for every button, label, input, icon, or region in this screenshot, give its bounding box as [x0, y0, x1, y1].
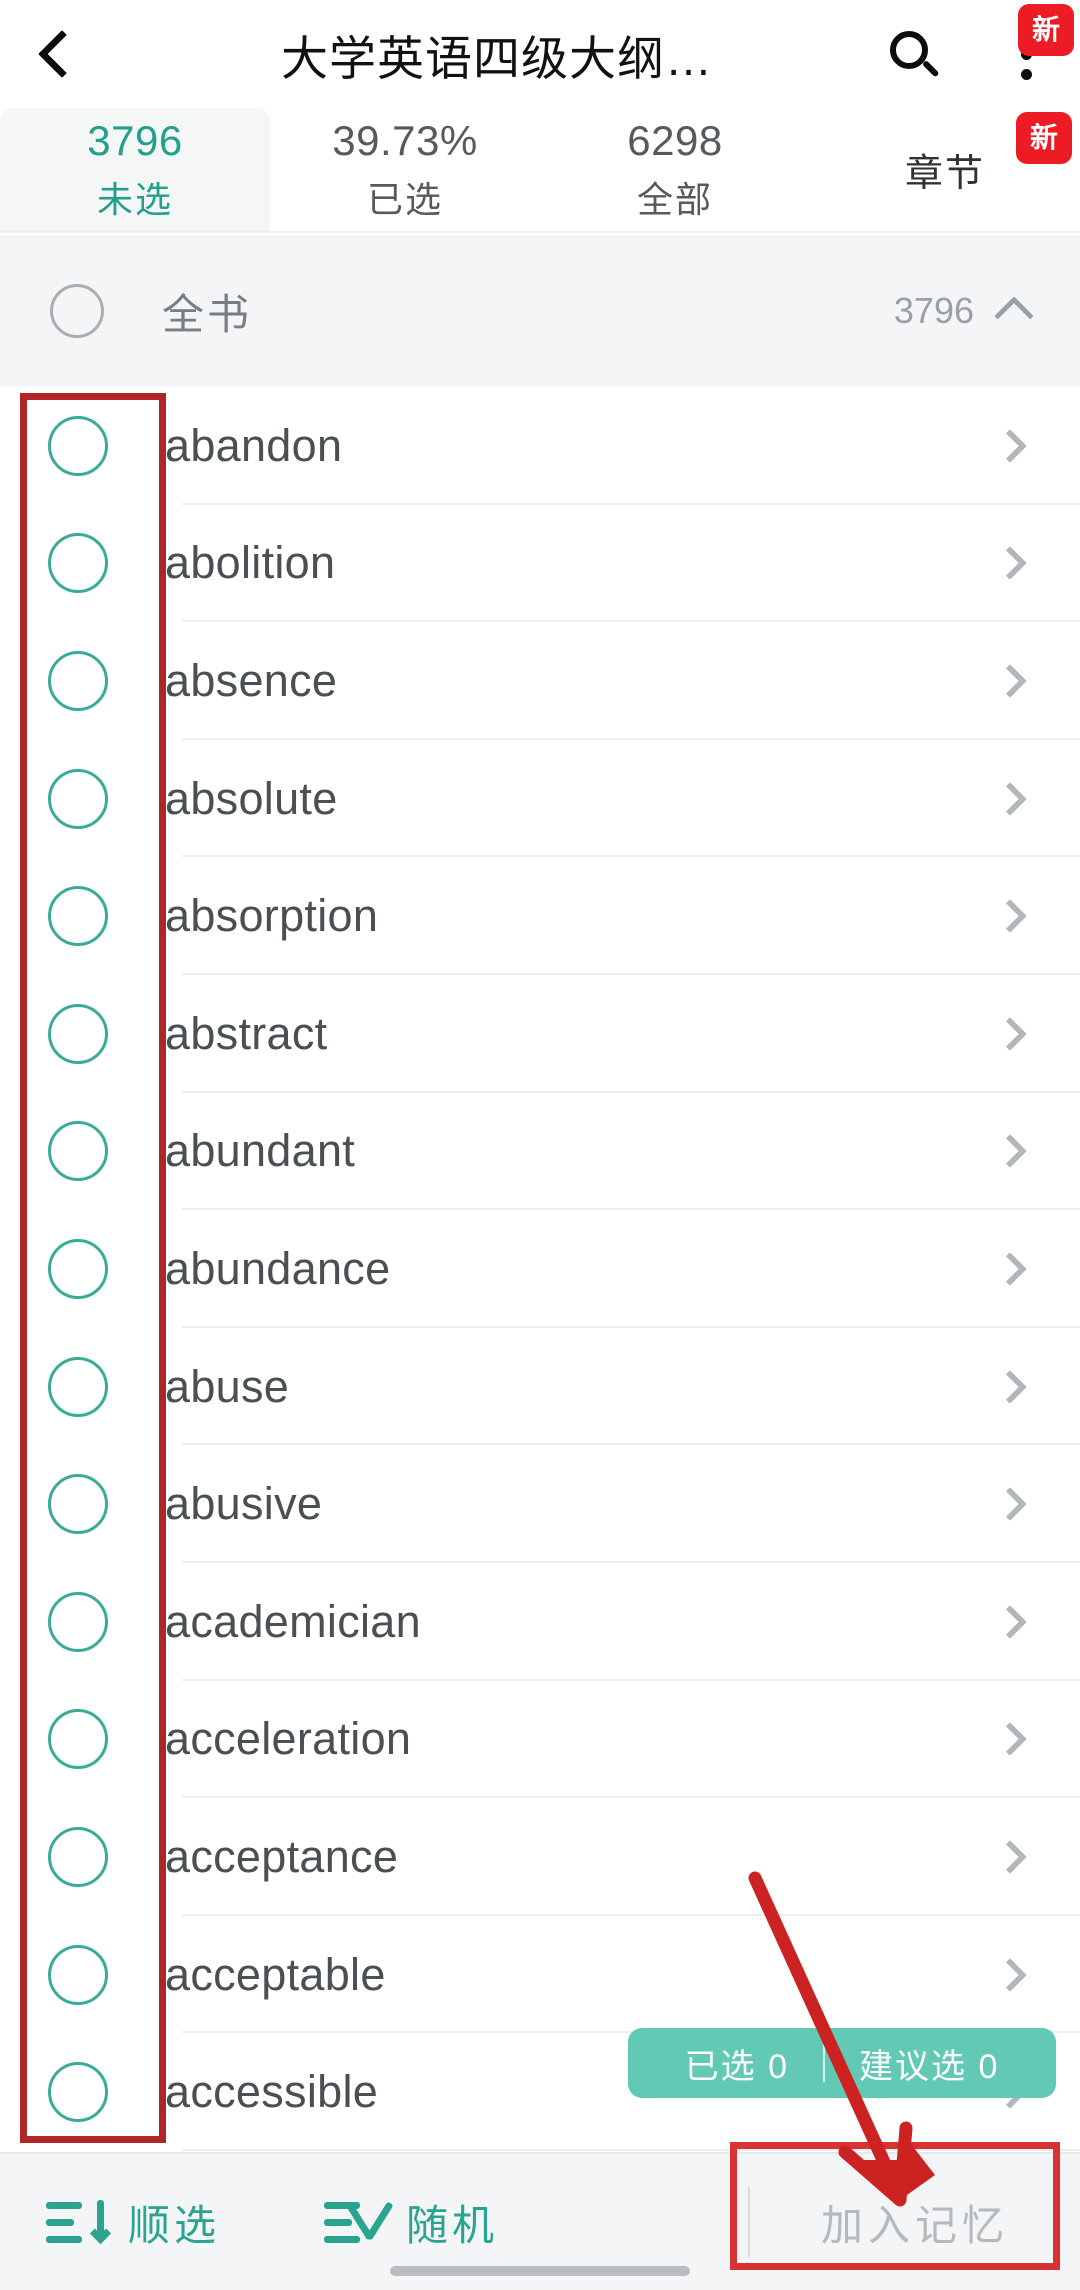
- chevron-right-icon[interactable]: [993, 546, 1027, 581]
- chevron-right-icon[interactable]: [993, 1369, 1027, 1404]
- sort-descending-icon: [46, 2198, 112, 2246]
- sequential-select-label: 顺选: [128, 2201, 221, 2249]
- word-label: abandon: [165, 419, 343, 471]
- unchecked-circle-icon[interactable]: [48, 1826, 108, 1887]
- tab-unselected-value: 3796: [87, 116, 183, 164]
- word-row[interactable]: acceptance: [0, 1798, 1080, 1916]
- word-label: abundant: [165, 1125, 356, 1177]
- stats-tab-bar: 3796 未选 39.73% 已选 6298 全部 章节: [0, 108, 1080, 233]
- word-row[interactable]: acceptable: [0, 1915, 1080, 2034]
- word-list[interactable]: abandon abolition absence absolute absorptio…: [0, 387, 1080, 2152]
- chevron-right-icon[interactable]: [993, 1604, 1027, 1639]
- tab-selected-percent[interactable]: 39.73% 已选: [270, 108, 540, 231]
- add-to-memory-label: 加入记忆: [820, 2201, 1009, 2249]
- unchecked-circle-icon[interactable]: [48, 650, 108, 711]
- word-label: acceptance: [165, 1830, 399, 1882]
- chevron-right-icon[interactable]: [993, 899, 1027, 934]
- page-title: 大学英语四级大纲…: [281, 31, 713, 85]
- word-row[interactable]: abundant: [0, 1092, 1080, 1211]
- word-label: abusive: [165, 1478, 323, 1530]
- word-label: absorption: [165, 890, 379, 942]
- word-row[interactable]: abuse: [0, 1327, 1080, 1446]
- word-label: abuse: [165, 1360, 290, 1412]
- word-label: abolition: [165, 537, 336, 589]
- app-root: 大学英语四级大纲… 新 3796 未选 39.73% 已选 6298 全部 章节: [0, 0, 1080, 2290]
- chevron-right-icon[interactable]: [993, 1957, 1027, 1992]
- search-button[interactable]: [854, 0, 972, 108]
- tab-all-label: 全部: [636, 178, 713, 220]
- unchecked-circle-icon[interactable]: [48, 1356, 108, 1417]
- unchecked-circle-icon[interactable]: [48, 415, 108, 476]
- tab-chapter-label: 章节: [904, 153, 985, 195]
- word-label: acceleration: [165, 1713, 412, 1765]
- unchecked-circle-icon[interactable]: [48, 1003, 108, 1064]
- unchecked-circle-icon[interactable]: [48, 768, 108, 829]
- home-indicator: [390, 2266, 690, 2276]
- word-row[interactable]: abusive: [0, 1445, 1080, 1563]
- random-select-label: 随机: [406, 2201, 499, 2249]
- tab-selected-label: 已选: [366, 178, 443, 220]
- unchecked-circle-icon[interactable]: [48, 1474, 108, 1535]
- chevron-right-icon[interactable]: [993, 1487, 1027, 1522]
- group-count: 3796: [893, 290, 974, 331]
- back-button[interactable]: [0, 0, 110, 108]
- word-row[interactable]: abstract: [0, 974, 1080, 1093]
- suggested-count-label: 建议选 0: [859, 2047, 1000, 2086]
- group-header-row[interactable]: 全书 3796: [0, 235, 1080, 387]
- tab-selected-value: 39.73%: [332, 116, 478, 164]
- caret-up-icon[interactable]: [994, 296, 1034, 336]
- unchecked-circle-icon[interactable]: [48, 1709, 108, 1770]
- word-row[interactable]: abandon: [0, 387, 1080, 505]
- chevron-right-icon[interactable]: [993, 1722, 1027, 1757]
- word-row[interactable]: abolition: [0, 504, 1080, 623]
- new-badge-header: 新: [1018, 4, 1074, 56]
- word-label: abstract: [165, 1007, 328, 1059]
- word-label: acceptable: [165, 1948, 386, 2000]
- word-label: abundance: [165, 1242, 391, 1294]
- chevron-right-icon[interactable]: [993, 781, 1027, 816]
- unchecked-circle-icon[interactable]: [48, 1591, 108, 1652]
- tab-all-value: 6298: [627, 116, 723, 164]
- chevron-right-icon[interactable]: [993, 1251, 1027, 1286]
- tab-unselected[interactable]: 3796 未选: [0, 108, 270, 231]
- shuffle-icon: [324, 2198, 394, 2246]
- back-chevron-icon: [37, 29, 87, 79]
- sequential-select-button[interactable]: 顺选: [46, 2192, 220, 2253]
- chevron-right-icon[interactable]: [993, 428, 1027, 463]
- word-label: absolute: [165, 772, 338, 824]
- unchecked-circle-icon[interactable]: [48, 1238, 108, 1299]
- word-row[interactable]: absorption: [0, 857, 1080, 975]
- selection-summary-pill[interactable]: 已选 0 建议选 0: [628, 2028, 1056, 2098]
- chevron-right-icon[interactable]: [993, 1839, 1027, 1874]
- random-select-button[interactable]: 随机: [324, 2192, 498, 2253]
- new-badge-chapter-tab: 新: [1016, 112, 1072, 164]
- group-title: 全书: [162, 290, 253, 338]
- chevron-right-icon[interactable]: [993, 1016, 1027, 1051]
- word-row[interactable]: abundance: [0, 1210, 1080, 1328]
- unchecked-circle-icon[interactable]: [48, 1121, 108, 1182]
- selected-count-label: 已选 0: [684, 2047, 789, 2086]
- unchecked-circle-icon[interactable]: [50, 284, 104, 338]
- word-row[interactable]: academician: [0, 1562, 1080, 1681]
- word-row[interactable]: absence: [0, 622, 1080, 740]
- add-to-memory-button[interactable]: 加入记忆: [750, 2153, 1080, 2290]
- chevron-right-icon[interactable]: [993, 1134, 1027, 1169]
- search-icon: [890, 31, 940, 78]
- word-row[interactable]: absolute: [0, 739, 1080, 858]
- word-label: absence: [165, 654, 338, 706]
- unchecked-circle-icon[interactable]: [48, 1944, 108, 2005]
- unchecked-circle-icon[interactable]: [48, 2062, 108, 2123]
- word-label: academician: [165, 1595, 421, 1647]
- app-header: 大学英语四级大纲…: [0, 0, 1080, 108]
- tab-all[interactable]: 6298 全部: [540, 108, 810, 231]
- chevron-right-icon[interactable]: [993, 664, 1027, 698]
- unchecked-circle-icon[interactable]: [48, 533, 108, 594]
- tab-unselected-label: 未选: [96, 178, 173, 220]
- unchecked-circle-icon[interactable]: [48, 886, 108, 947]
- word-row[interactable]: acceleration: [0, 1680, 1080, 1799]
